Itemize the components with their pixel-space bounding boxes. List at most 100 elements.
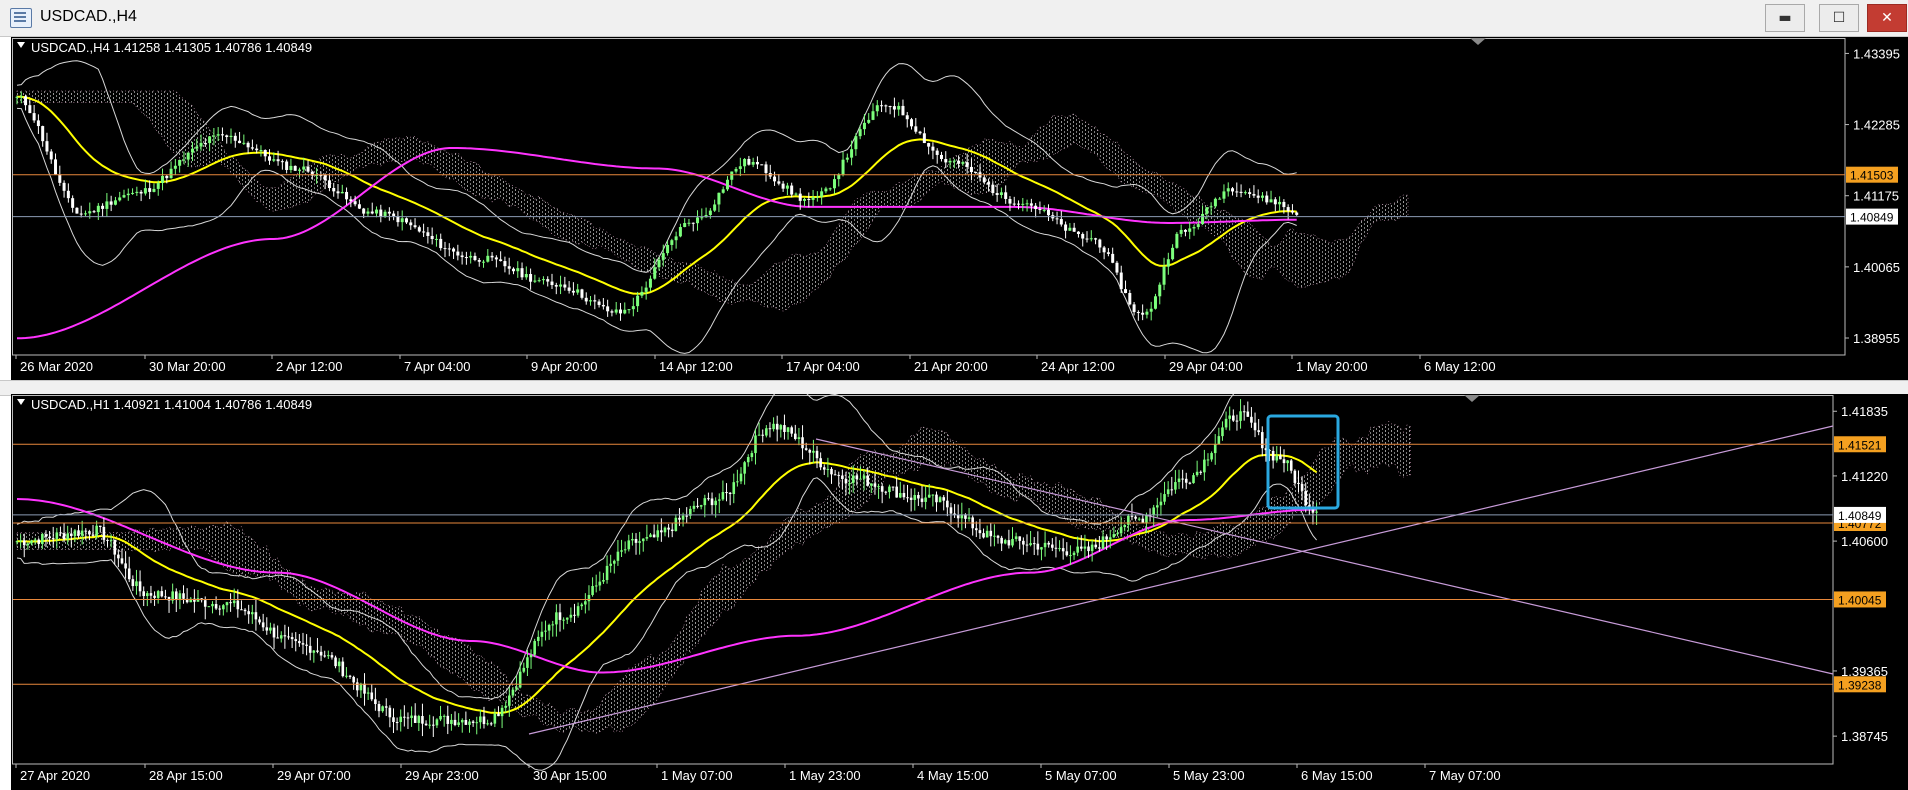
candle-body[interactable]	[1235, 191, 1239, 193]
candle-body[interactable]	[139, 191, 143, 194]
candle-body[interactable]	[898, 493, 902, 498]
candle-body[interactable]	[41, 126, 45, 142]
candle-body[interactable]	[477, 260, 481, 262]
candle-body[interactable]	[529, 654, 533, 658]
candle-body[interactable]	[447, 248, 451, 250]
candle-body[interactable]	[824, 188, 828, 192]
candle-body[interactable]	[460, 255, 464, 258]
candle-body[interactable]	[939, 154, 943, 159]
candle-body[interactable]	[1192, 227, 1196, 229]
candle-body[interactable]	[377, 704, 381, 712]
candle-body[interactable]	[1018, 536, 1022, 541]
candle-body[interactable]	[102, 526, 106, 540]
candle-body[interactable]	[1159, 501, 1163, 506]
candle-body[interactable]	[1081, 234, 1085, 239]
candle-body[interactable]	[841, 159, 845, 175]
candle-body[interactable]	[914, 126, 918, 132]
candle-body[interactable]	[1195, 471, 1199, 476]
candle-body[interactable]	[1061, 548, 1065, 552]
candle-body[interactable]	[649, 534, 652, 538]
candle-body[interactable]	[1265, 195, 1269, 203]
candle-body[interactable]	[573, 614, 576, 616]
candle-body[interactable]	[1162, 266, 1166, 285]
candle-body[interactable]	[297, 169, 301, 171]
candle-body[interactable]	[49, 151, 53, 160]
candle-body[interactable]	[830, 468, 833, 475]
candle-body[interactable]	[536, 636, 540, 641]
candle-body[interactable]	[1034, 205, 1038, 210]
candle-body[interactable]	[1137, 518, 1141, 520]
candle-body[interactable]	[1124, 289, 1128, 294]
candle-body[interactable]	[1235, 420, 1239, 422]
candle-body[interactable]	[1217, 436, 1221, 444]
candle-body[interactable]	[327, 655, 330, 657]
candle-body[interactable]	[1065, 551, 1069, 556]
candle-body[interactable]	[785, 185, 789, 189]
candle-body[interactable]	[261, 622, 265, 628]
candle-body[interactable]	[1304, 490, 1308, 506]
candle-body[interactable]	[1231, 188, 1235, 192]
candle-body[interactable]	[258, 619, 261, 623]
candle-body[interactable]	[888, 486, 891, 493]
candle-body[interactable]	[36, 120, 40, 127]
close-button[interactable]: ✕	[1867, 4, 1907, 32]
candle-body[interactable]	[88, 211, 92, 214]
candle-body[interactable]	[242, 142, 246, 144]
candle-body[interactable]	[631, 539, 634, 541]
candle-body[interactable]	[631, 306, 635, 310]
candle-body[interactable]	[379, 209, 383, 217]
maximize-button[interactable]: ☐	[1819, 4, 1859, 32]
candle-body[interactable]	[330, 655, 334, 658]
candle-body[interactable]	[453, 719, 457, 726]
candle-body[interactable]	[276, 159, 280, 162]
candle-body[interactable]	[424, 723, 428, 726]
candle-body[interactable]	[366, 692, 370, 694]
candle-body[interactable]	[443, 248, 447, 250]
candle-body[interactable]	[504, 705, 507, 708]
candle-body[interactable]	[468, 721, 471, 725]
candle-body[interactable]	[392, 213, 396, 217]
candle-body[interactable]	[710, 498, 714, 506]
candle-body[interactable]	[1105, 536, 1108, 540]
candle-body[interactable]	[73, 530, 77, 536]
candle-body[interactable]	[312, 650, 316, 653]
candle-body[interactable]	[1289, 460, 1293, 471]
candle-body[interactable]	[613, 560, 616, 564]
candle-body[interactable]	[1128, 293, 1132, 305]
candle-body[interactable]	[952, 160, 956, 162]
candle-body[interactable]	[851, 475, 855, 484]
candle-body[interactable]	[294, 639, 298, 642]
chart-h4-collapse-arrow-icon[interactable]	[17, 42, 25, 48]
candle-body[interactable]	[867, 119, 871, 123]
candle-body[interactable]	[62, 533, 66, 540]
candle-body[interactable]	[797, 437, 801, 439]
candle-body[interactable]	[66, 190, 70, 199]
candle-body[interactable]	[1094, 238, 1098, 240]
candle-body[interactable]	[674, 236, 678, 241]
candle-body[interactable]	[924, 497, 927, 502]
candle-body[interactable]	[961, 162, 965, 164]
candle-body[interactable]	[113, 200, 117, 205]
candle-body[interactable]	[268, 156, 272, 161]
candle-body[interactable]	[717, 192, 721, 205]
candle-body[interactable]	[1290, 210, 1294, 213]
candle-body[interactable]	[120, 558, 124, 564]
candle-body[interactable]	[563, 284, 567, 288]
candle-body[interactable]	[1188, 482, 1192, 484]
candle-body[interactable]	[845, 157, 849, 160]
candle-body[interactable]	[1012, 203, 1016, 205]
candle-body[interactable]	[1022, 540, 1025, 545]
candle-body[interactable]	[238, 140, 242, 144]
candle-body[interactable]	[880, 486, 884, 492]
candle-body[interactable]	[1170, 489, 1174, 491]
candle-body[interactable]	[334, 657, 337, 667]
candle-body[interactable]	[289, 165, 293, 170]
candle-body[interactable]	[473, 255, 477, 261]
candle-body[interactable]	[1222, 191, 1226, 199]
candle-body[interactable]	[875, 105, 879, 112]
candle-body[interactable]	[315, 175, 319, 177]
candle-body[interactable]	[1199, 471, 1203, 473]
candle-body[interactable]	[1158, 284, 1162, 297]
candle-body[interactable]	[524, 274, 528, 278]
candle-body[interactable]	[117, 554, 120, 559]
